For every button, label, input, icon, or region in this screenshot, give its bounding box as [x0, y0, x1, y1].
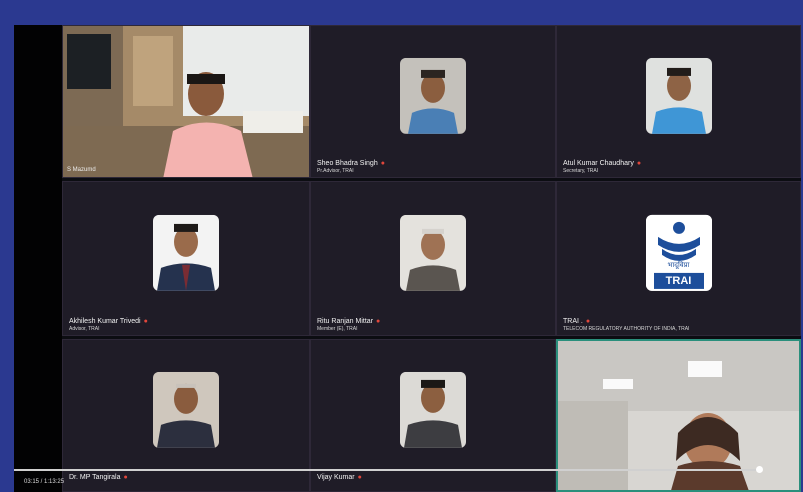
avatar — [400, 371, 466, 448]
video-tile-room[interactable]: S Mazumd — [62, 25, 310, 178]
video-tile-ritu-ranjan-mittar[interactable]: Ritu Ranjan Mittar ● Member (E), TRAI — [310, 181, 556, 336]
participant-name: TRAI . ● — [563, 318, 591, 325]
avatar — [153, 214, 219, 291]
participant-role: Advisor, TRAI — [69, 326, 100, 332]
participant-role: Secretary, TRAI — [563, 168, 599, 174]
meeting-gallery: S Mazumd Sheo Bhadra Singh ● Pr.Advisor, … — [14, 25, 801, 492]
trai-logo: भादूविप्रा TRAI — [645, 214, 712, 291]
mic-muted-icon: ● — [380, 160, 385, 167]
trai-logo-hindi: भादूविप्रा — [667, 260, 690, 269]
video-tile-sheo-bhadra-singh[interactable]: Sheo Bhadra Singh ● Pr.Advisor, TRAI — [310, 25, 556, 178]
participant-name: Atul Kumar Chaudhary ● — [563, 160, 642, 167]
playback-time: 03:15 / 1:13:25 — [24, 479, 65, 485]
video-tile-akhilesh-kumar-trivedi[interactable]: Akhilesh Kumar Trivedi ● Advisor, TRAI — [62, 181, 310, 336]
participant-role: TELECOM REGULATORY AUTHORITY OF INDIA, T… — [563, 326, 690, 332]
mic-muted-icon: ● — [357, 474, 362, 481]
room-camera-feed — [63, 26, 309, 177]
left-black-bar — [14, 25, 62, 492]
video-tile-trai[interactable]: भादूविप्रा TRAI TRAI . ● TELECOM REGULATO… — [556, 181, 801, 336]
playback-progress-bar[interactable] — [14, 469, 760, 471]
mic-muted-icon: ● — [585, 318, 591, 325]
trai-logo-text: TRAI — [665, 274, 692, 287]
avatar — [645, 57, 712, 134]
video-tile-atul-kumar-chaudhary[interactable]: Atul Kumar Chaudhary ● Secretary, TRAI — [556, 25, 801, 178]
participant-name: Sheo Bhadra Singh ● — [317, 160, 385, 167]
participant-name: Ritu Ranjan Mittar ● — [317, 318, 381, 325]
avatar — [153, 371, 219, 448]
playback-scrubber-handle[interactable] — [756, 466, 763, 473]
avatar — [400, 214, 466, 291]
avatar — [400, 57, 466, 134]
participant-role: Pr.Advisor, TRAI — [317, 168, 354, 174]
mic-muted-icon: ● — [636, 160, 642, 167]
mic-muted-icon: ● — [143, 318, 148, 325]
mic-muted-icon: ● — [376, 318, 381, 325]
participant-name: Dr. MP Tangirala ● — [69, 474, 128, 481]
participant-name: Vijay Kumar ● — [317, 474, 362, 481]
tile-overlay-label: S Mazumd — [67, 167, 96, 173]
participant-name: Akhilesh Kumar Trivedi ● — [69, 318, 148, 325]
participant-role: Member (E), TRAI — [317, 326, 358, 332]
mic-muted-icon: ● — [123, 474, 128, 481]
